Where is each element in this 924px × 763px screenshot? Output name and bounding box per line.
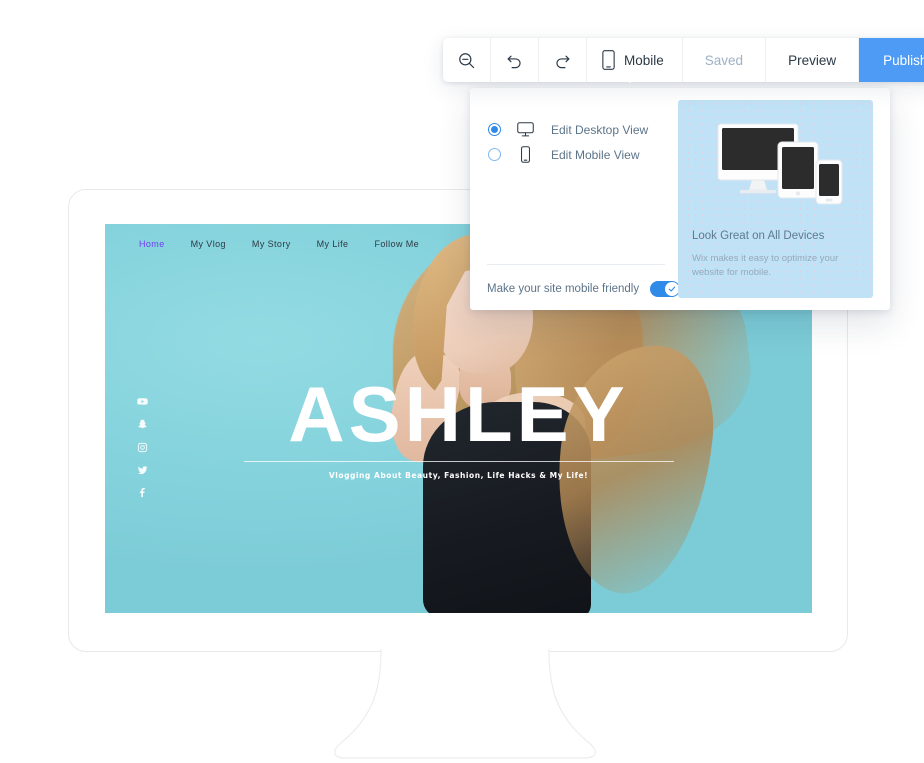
mobile-friendly-row: Make your site mobile friendly — [487, 281, 681, 297]
editor-toolbar: Mobile Saved Preview Publish — [443, 38, 924, 82]
undo-button[interactable] — [491, 38, 539, 82]
promo-heading: Look Great on All Devices — [692, 230, 825, 242]
nav-link-follow-me[interactable]: Follow Me — [374, 239, 419, 249]
undo-icon — [507, 55, 521, 68]
facebook-icon[interactable] — [137, 488, 148, 499]
nav-link-my-vlog[interactable]: My Vlog — [191, 239, 226, 249]
mobile-friendly-label: Make your site mobile friendly — [487, 283, 640, 295]
zoom-out-button[interactable] — [443, 38, 491, 82]
redo-button[interactable] — [539, 38, 587, 82]
mobile-phone-icon — [521, 146, 530, 163]
preview-button[interactable]: Preview — [766, 38, 860, 82]
saved-status[interactable]: Saved — [683, 38, 767, 82]
radio-mobile-view[interactable] — [488, 148, 501, 161]
option-label-mobile: Edit Mobile View — [551, 147, 640, 162]
nav-link-my-life[interactable]: My Life — [317, 239, 349, 249]
promo-card: Look Great on All Devices Wix makes it e… — [678, 100, 873, 298]
mobile-settings-panel: Edit Desktop View Edit Mobile View Make … — [470, 88, 890, 310]
desktop-monitor-icon — [517, 122, 534, 137]
mobile-button-label: Mobile — [624, 52, 664, 68]
radio-desktop-view[interactable] — [488, 123, 501, 136]
all-devices-illustration — [717, 123, 843, 205]
mobile-friendly-toggle[interactable] — [650, 281, 681, 297]
panel-divider — [487, 264, 665, 265]
hero-tagline: Vlogging About Beauty, Fashion, Life Hac… — [328, 470, 589, 480]
publish-button[interactable]: Publish — [859, 38, 924, 82]
nav-link-my-story[interactable]: My Story — [252, 239, 291, 249]
zoom-out-icon — [459, 52, 475, 68]
nav-link-home[interactable]: Home — [139, 239, 165, 249]
hero-title: ASHLEY — [288, 370, 629, 458]
check-icon — [668, 286, 676, 292]
mobile-phone-icon — [602, 50, 615, 70]
promo-body-text: Wix makes it easy to optimize your websi… — [692, 253, 839, 278]
option-edit-mobile-view[interactable]: Edit Mobile View — [488, 145, 640, 164]
hero-text-block: ASHLEY Vlogging About Beauty, Fashion, L… — [105, 370, 812, 480]
hero-divider-rule — [243, 460, 674, 462]
option-label-desktop: Edit Desktop View — [551, 122, 649, 137]
monitor-stand — [334, 648, 596, 759]
redo-icon — [556, 55, 570, 68]
toolbar-pointer-notch — [620, 74, 640, 83]
option-edit-desktop-view[interactable]: Edit Desktop View — [488, 120, 648, 139]
